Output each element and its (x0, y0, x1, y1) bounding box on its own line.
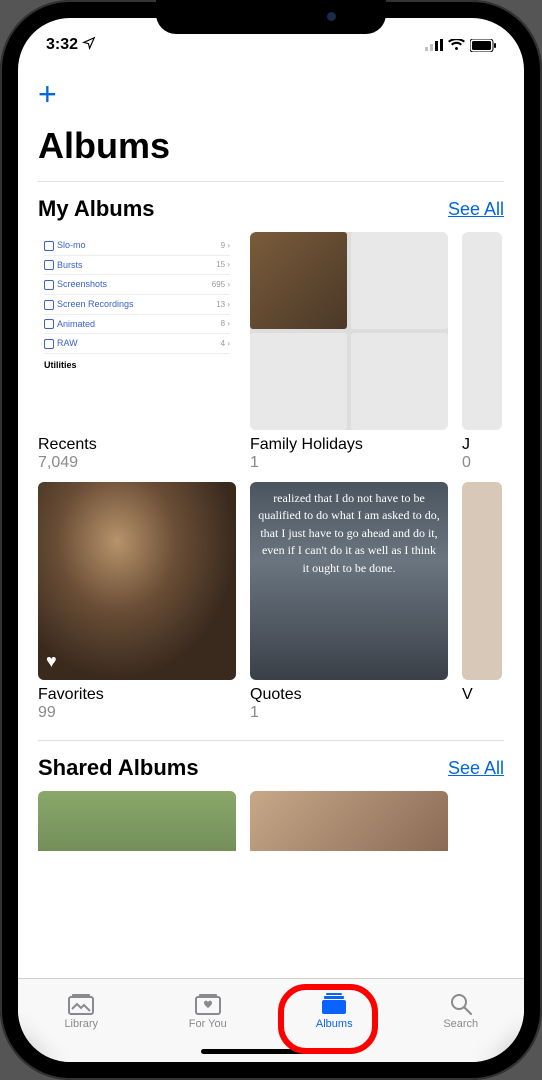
shared-album-thumb[interactable] (38, 791, 236, 851)
album-recents[interactable]: Slo-mo9 › Bursts15 › Screenshots695 › Sc… (38, 232, 236, 472)
album-family-holidays[interactable]: Family Holidays 1 (250, 232, 448, 472)
album-quotes-thumb: realized that I do not have to be qualif… (250, 482, 448, 680)
screen: 3:32 + Albums My (18, 18, 524, 1062)
location-icon (82, 36, 96, 55)
slo-mo-icon (44, 241, 54, 251)
animated-icon (44, 319, 54, 329)
search-icon (447, 992, 475, 1016)
album-family-holidays-thumb (250, 232, 448, 430)
album-name: Family Holidays (250, 436, 448, 454)
home-indicator[interactable] (201, 1049, 341, 1054)
album-favorites[interactable]: ♥ Favorites 99 (38, 482, 236, 722)
page-title: Albums (38, 125, 504, 167)
wifi-icon (448, 39, 465, 51)
shared-album-thumb[interactable] (250, 791, 448, 851)
album-name: Quotes (250, 686, 448, 704)
album-partial[interactable]: J 0 (462, 232, 502, 472)
albums-icon (320, 992, 348, 1016)
album-count: 99 (38, 704, 236, 722)
album-count: 0 (462, 454, 502, 472)
tab-label: For You (189, 1018, 227, 1030)
section-shared-albums-title: Shared Albums (38, 755, 199, 781)
tab-bar: Library For You Albums Search (18, 978, 524, 1062)
add-album-button[interactable]: + (38, 76, 57, 113)
album-favorites-thumb: ♥ (38, 482, 236, 680)
heart-icon: ♥ (46, 651, 57, 672)
album-name: Favorites (38, 686, 236, 704)
tab-albums[interactable]: Albums (271, 979, 398, 1042)
album-count: 1 (250, 704, 448, 722)
bursts-icon (44, 260, 54, 270)
status-time: 3:32 (46, 36, 78, 54)
section-my-albums-title: My Albums (38, 196, 155, 222)
album-count: 7,049 (38, 454, 236, 472)
album-recents-thumb: Slo-mo9 › Bursts15 › Screenshots695 › Sc… (38, 232, 236, 430)
battery-icon (470, 39, 496, 52)
album-name: J (462, 436, 502, 454)
phone-frame: 3:32 + Albums My (0, 0, 542, 1080)
album-partial[interactable]: V (462, 482, 502, 722)
album-name: Recents (38, 436, 236, 454)
tab-label: Search (443, 1018, 478, 1030)
tab-label: Albums (316, 1018, 353, 1030)
album-name: V (462, 686, 502, 704)
content-area[interactable]: + Albums My Albums See All Slo-mo9 › Bur… (18, 62, 524, 978)
screenshots-icon (44, 280, 54, 290)
album-count: 1 (250, 454, 448, 472)
album-quotes[interactable]: realized that I do not have to be qualif… (250, 482, 448, 722)
tab-label: Library (64, 1018, 98, 1030)
tab-search[interactable]: Search (398, 979, 525, 1042)
tab-for-you[interactable]: For You (145, 979, 272, 1042)
tab-library[interactable]: Library (18, 979, 145, 1042)
signal-icon (425, 39, 443, 51)
library-icon (67, 992, 95, 1016)
see-all-shared-link[interactable]: See All (448, 758, 504, 779)
raw-icon (44, 339, 54, 349)
see-all-my-albums-link[interactable]: See All (448, 199, 504, 220)
screen-recordings-icon (44, 300, 54, 310)
for-you-icon (194, 992, 222, 1016)
notch (156, 0, 386, 34)
